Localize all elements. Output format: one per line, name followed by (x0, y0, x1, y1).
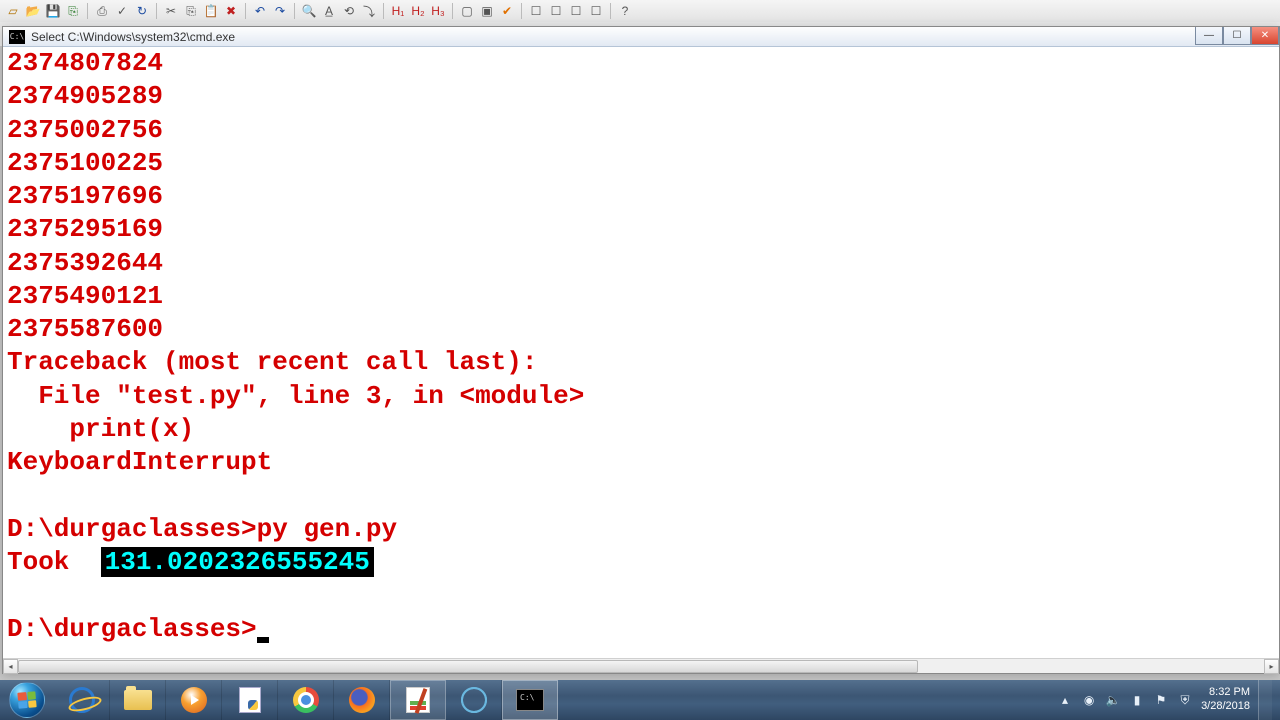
delete-icon[interactable]: ✖ (222, 2, 240, 20)
windows-orb-icon (9, 682, 45, 718)
folder-icon (124, 690, 152, 710)
zoom-icon[interactable]: 🔍 (300, 2, 318, 20)
output-line: 2374807824 (7, 48, 163, 78)
traceback-error: KeyboardInterrupt (7, 447, 272, 477)
tray-chevron-icon[interactable]: ▴ (1057, 692, 1073, 708)
background-toolbar: ▱ 📂 💾 ⎘ ⎙ ✓ ↻ ✂ ⎘ 📋 ✖ ↶ ↷ 🔍 A̲ ⟲ ⤵ H₁ H₂… (0, 0, 1280, 22)
cmd-invocation: D:\durgaclasses>py gen.py (7, 514, 397, 544)
h3-icon[interactable]: H₃ (429, 2, 447, 20)
window-title: Select C:\Windows\system32\cmd.exe (31, 30, 235, 44)
taskbar-editor[interactable] (390, 680, 446, 720)
cmd-icon: C:\ (516, 689, 544, 711)
h2-icon[interactable]: H₂ (409, 2, 427, 20)
tray-date: 3/28/2018 (1201, 700, 1250, 714)
start-button[interactable] (0, 680, 54, 720)
cmd-window: C:\ Select C:\Windows\system32\cmd.exe —… (2, 26, 1280, 674)
output-line: 2375197696 (7, 181, 163, 211)
undo-icon[interactable]: ↶ (251, 2, 269, 20)
output-line: 2375392644 (7, 248, 163, 278)
firefox-icon (349, 687, 375, 713)
cut-icon[interactable]: ✂ (162, 2, 180, 20)
tray-battery-icon[interactable]: ▮ (1129, 692, 1145, 708)
play-icon (181, 687, 207, 713)
minimize-button[interactable]: — (1195, 27, 1223, 45)
scroll-right-button[interactable]: ▸ (1264, 659, 1279, 674)
copy-icon[interactable]: ⎘ (182, 2, 200, 20)
replace-icon[interactable]: ⟲ (340, 2, 358, 20)
output-line: 2374905289 (7, 81, 163, 111)
cursor-icon (257, 637, 269, 643)
scroll-track[interactable] (18, 659, 1264, 674)
panel-1-icon[interactable]: ▢ (458, 2, 476, 20)
tray-network-icon[interactable]: ◉ (1081, 692, 1097, 708)
taskbar-explorer[interactable] (110, 680, 166, 720)
goto-icon[interactable]: ⤵ (360, 2, 378, 20)
layout-3-icon[interactable]: ☐ (567, 2, 585, 20)
python-icon (239, 687, 261, 713)
editor-icon (406, 687, 430, 713)
spellcheck-icon[interactable]: ✓ (113, 2, 131, 20)
tray-time: 8:32 PM (1201, 686, 1250, 700)
taskbar-media-player[interactable] (166, 680, 222, 720)
new-icon[interactable]: ▱ (4, 2, 22, 20)
help-icon[interactable]: ? (616, 2, 634, 20)
cmd-output[interactable]: 2374807824 2374905289 2375002756 2375100… (3, 47, 1279, 658)
paste-icon[interactable]: 📋 (202, 2, 220, 20)
layout-2-icon[interactable]: ☐ (547, 2, 565, 20)
atom-icon (461, 687, 487, 713)
output-line: 2375002756 (7, 115, 163, 145)
cmd-titlebar[interactable]: C:\ Select C:\Windows\system32\cmd.exe —… (3, 27, 1279, 47)
taskbar: C:\ ▴ ◉ 🔈 ▮ ⚑ ⛨ 8:32 PM 3/28/2018 (0, 680, 1280, 720)
output-line: 2375490121 (7, 281, 163, 311)
redo-icon[interactable]: ↷ (271, 2, 289, 20)
taskbar-cmd[interactable]: C:\ (502, 680, 558, 720)
took-label: Took (7, 547, 101, 577)
cmd-prompt: D:\durgaclasses> (7, 614, 257, 644)
refresh-icon[interactable]: ↻ (133, 2, 151, 20)
maximize-button[interactable]: ☐ (1223, 27, 1251, 45)
print-icon[interactable]: ⎙ (93, 2, 111, 20)
ie-icon (69, 687, 95, 713)
cmd-title-icon: C:\ (9, 30, 25, 44)
taskbar-atom[interactable] (446, 680, 502, 720)
took-value-selected: 131.0202326555245 (101, 547, 374, 577)
taskbar-python[interactable] (222, 680, 278, 720)
taskbar-ie[interactable] (54, 680, 110, 720)
h1-icon[interactable]: H₁ (389, 2, 407, 20)
output-line: 2375587600 (7, 314, 163, 344)
traceback-file: File "test.py", line 3, in <module> (7, 381, 584, 411)
system-tray: ▴ ◉ 🔈 ▮ ⚑ ⛨ 8:32 PM 3/28/2018 (1049, 680, 1280, 720)
scroll-thumb[interactable] (18, 660, 918, 673)
scroll-left-button[interactable]: ◂ (3, 659, 18, 674)
open-icon[interactable]: 📂 (24, 2, 42, 20)
taskbar-firefox[interactable] (334, 680, 390, 720)
chrome-icon (293, 687, 319, 713)
output-line: 2375295169 (7, 214, 163, 244)
horizontal-scrollbar[interactable]: ◂ ▸ (3, 658, 1279, 673)
layout-1-icon[interactable]: ☐ (527, 2, 545, 20)
layout-4-icon[interactable]: ☐ (587, 2, 605, 20)
tray-shield-icon[interactable]: ⛨ (1177, 692, 1193, 708)
check-icon[interactable]: ✔ (498, 2, 516, 20)
save-all-icon[interactable]: ⎘ (64, 2, 82, 20)
close-button[interactable]: ✕ (1251, 27, 1279, 45)
traceback-header: Traceback (most recent call last): (7, 347, 538, 377)
save-icon[interactable]: 💾 (44, 2, 62, 20)
traceback-code: print(x) (7, 414, 194, 444)
output-line: 2375100225 (7, 148, 163, 178)
tray-flag-icon[interactable]: ⚑ (1153, 692, 1169, 708)
panel-2-icon[interactable]: ▣ (478, 2, 496, 20)
find-icon[interactable]: A̲ (320, 2, 338, 20)
taskbar-chrome[interactable] (278, 680, 334, 720)
tray-clock[interactable]: 8:32 PM 3/28/2018 (1201, 686, 1250, 714)
show-desktop-button[interactable] (1258, 680, 1272, 720)
tray-volume-icon[interactable]: 🔈 (1105, 692, 1121, 708)
